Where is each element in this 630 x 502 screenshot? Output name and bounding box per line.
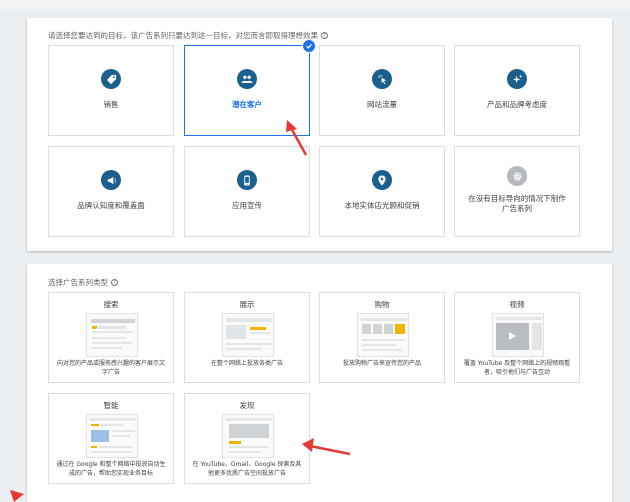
goal-card-sales[interactable]: 销售 [48,45,174,136]
check-icon [302,39,316,53]
goal-card-traffic[interactable]: 网站流量 [319,45,445,136]
help-icon[interactable]: ? [321,32,328,39]
goal-card-app[interactable]: 应用宣传 [184,146,310,237]
shopping-illustration [357,313,409,357]
annotation-arrow-leads [286,120,308,156]
top-bar [0,0,630,10]
goal-card-awareness[interactable]: 品牌认知度和覆盖面 [48,146,174,237]
campaign-type-discovery[interactable]: 发现 在 YouTube、Gmail、Google 探索及其他更多优质广告空间投… [184,393,310,484]
tag-icon [101,69,121,89]
play-icon [509,332,516,340]
goals-title: 请选择您要达到的目标，该广告系列只要达到这一目标，对您而言即取得理想效果 ? [48,30,328,41]
goal-card-consideration[interactable]: 产品和品牌考虑度 [454,45,580,136]
goal-card-no-goal[interactable]: 在没有目标导向的情况下制作广告系列 [454,146,580,237]
people-icon [237,69,257,89]
gear-icon [507,166,527,186]
help-icon[interactable]: ? [111,279,118,286]
campaign-type-video[interactable]: 视频 覆盖 YouTube 及整个网络上的视频观看者，吸引他们与广告互动 [454,292,580,383]
campaign-types-title: 选择广告系列类型 ? [48,277,118,288]
campaign-type-search[interactable]: 搜索 向对您的产品或服务感兴趣的客户展示文字广告 [48,292,174,383]
phone-icon [237,170,257,190]
goal-card-local[interactable]: 本地实体店光顾和促销 [319,146,445,237]
discovery-illustration [222,414,274,458]
megaphone-icon [101,170,121,190]
smart-illustration [86,414,138,458]
map-pin-icon [372,170,392,190]
campaign-type-smart[interactable]: 智能 通过在 Google 和整个网络中投放自动生成的广告，帮助您实现业务目标 [48,393,174,484]
sparkle-icon [507,69,527,89]
campaign-types-panel: 选择广告系列类型 ? 搜索 向对您的产品或服务感兴趣的客户展示文字广告 展示 在… [27,264,612,502]
campaign-type-display[interactable]: 展示 在整个网络上投放各类广告 [184,292,310,383]
search-illustration [86,313,138,357]
campaign-type-shopping[interactable]: 购物 投放购物广告来宣传您的产品 [319,292,445,383]
annotation-arrow-discovery [302,438,351,456]
goals-panel: 请选择您要达到的目标，该广告系列只要达到这一目标，对您而言即取得理想效果 ? 销… [27,18,612,251]
display-illustration [222,313,274,357]
cursor-click-icon [372,69,392,89]
annotation-arrow-corner [10,490,24,502]
video-illustration [492,313,544,357]
